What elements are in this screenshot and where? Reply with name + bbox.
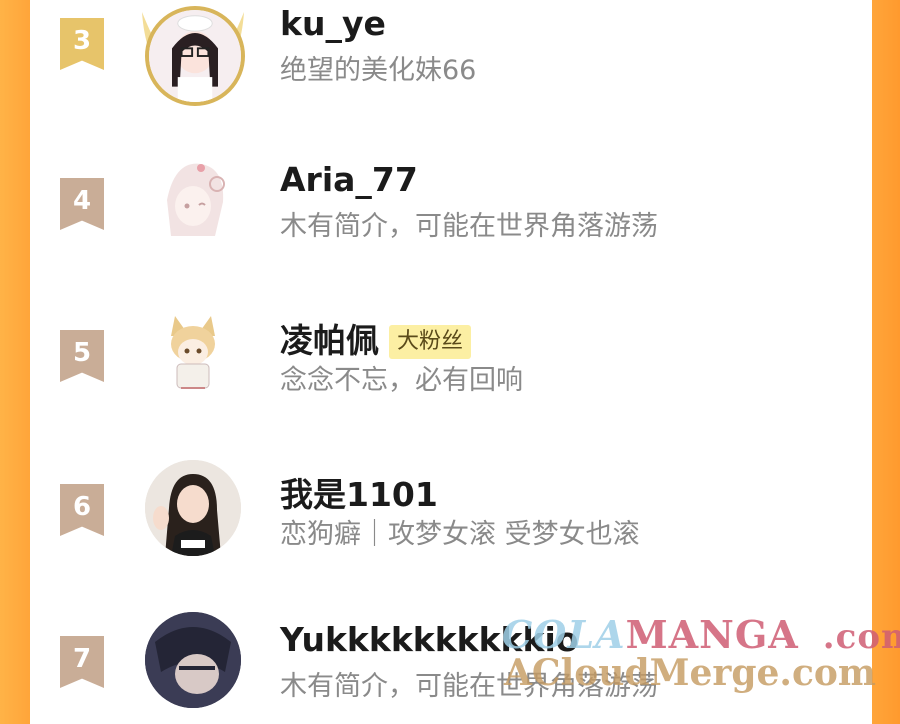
list-item[interactable]: 3 ku_ye 绝望的美化妹66 [30,0,872,120]
list-item[interactable]: 6 我是1101 恋狗癖｜攻梦女滚 受梦女也滚 [30,448,872,568]
avatar[interactable] [145,6,245,106]
fan-level-badge: 大粉丝 [389,325,472,359]
avatar[interactable] [145,460,241,556]
rank-badge: 4 [60,178,104,230]
user-description: 木有简介，可能在世界角落游荡 [280,211,658,242]
user-description: 绝望的美化妹66 [280,55,477,86]
user-name: 凌帕佩 大粉丝 [280,314,472,362]
list-item[interactable]: 5 凌帕佩 大粉丝 念念不忘，必有回响 [30,294,872,414]
avatar[interactable] [145,150,241,246]
user-name-text: 凌帕佩 [280,321,379,360]
rank-badge: 3 [60,18,104,70]
user-description: 恋狗癖｜攻梦女滚 受梦女也滚 [280,519,640,550]
user-description: 念念不忘，必有回响 [280,365,523,396]
list-item[interactable]: 7 Yukkkkkkkkkkio 木有简介，可能在世界角落游荡 [30,604,872,724]
rank-badge: 6 [60,484,104,536]
user-name: ku_ye [280,4,386,43]
rank-badge: 5 [60,330,104,382]
user-name: Yukkkkkkkkkkio [280,620,579,659]
avatar[interactable] [145,612,241,708]
rank-badge: 7 [60,636,104,688]
user-description: 木有简介，可能在世界角落游荡 [280,671,658,702]
user-name: 我是1101 [280,475,438,514]
list-item[interactable]: 4 Aria_77 木有简介，可能在世界角落游荡 [30,140,872,260]
ranking-list: 3 ku_ye 绝望的美化妹66 4 Aria_77 木有简介，可能在世界角落游… [30,0,872,708]
user-name: Aria_77 [280,160,418,199]
avatar[interactable] [145,302,241,398]
